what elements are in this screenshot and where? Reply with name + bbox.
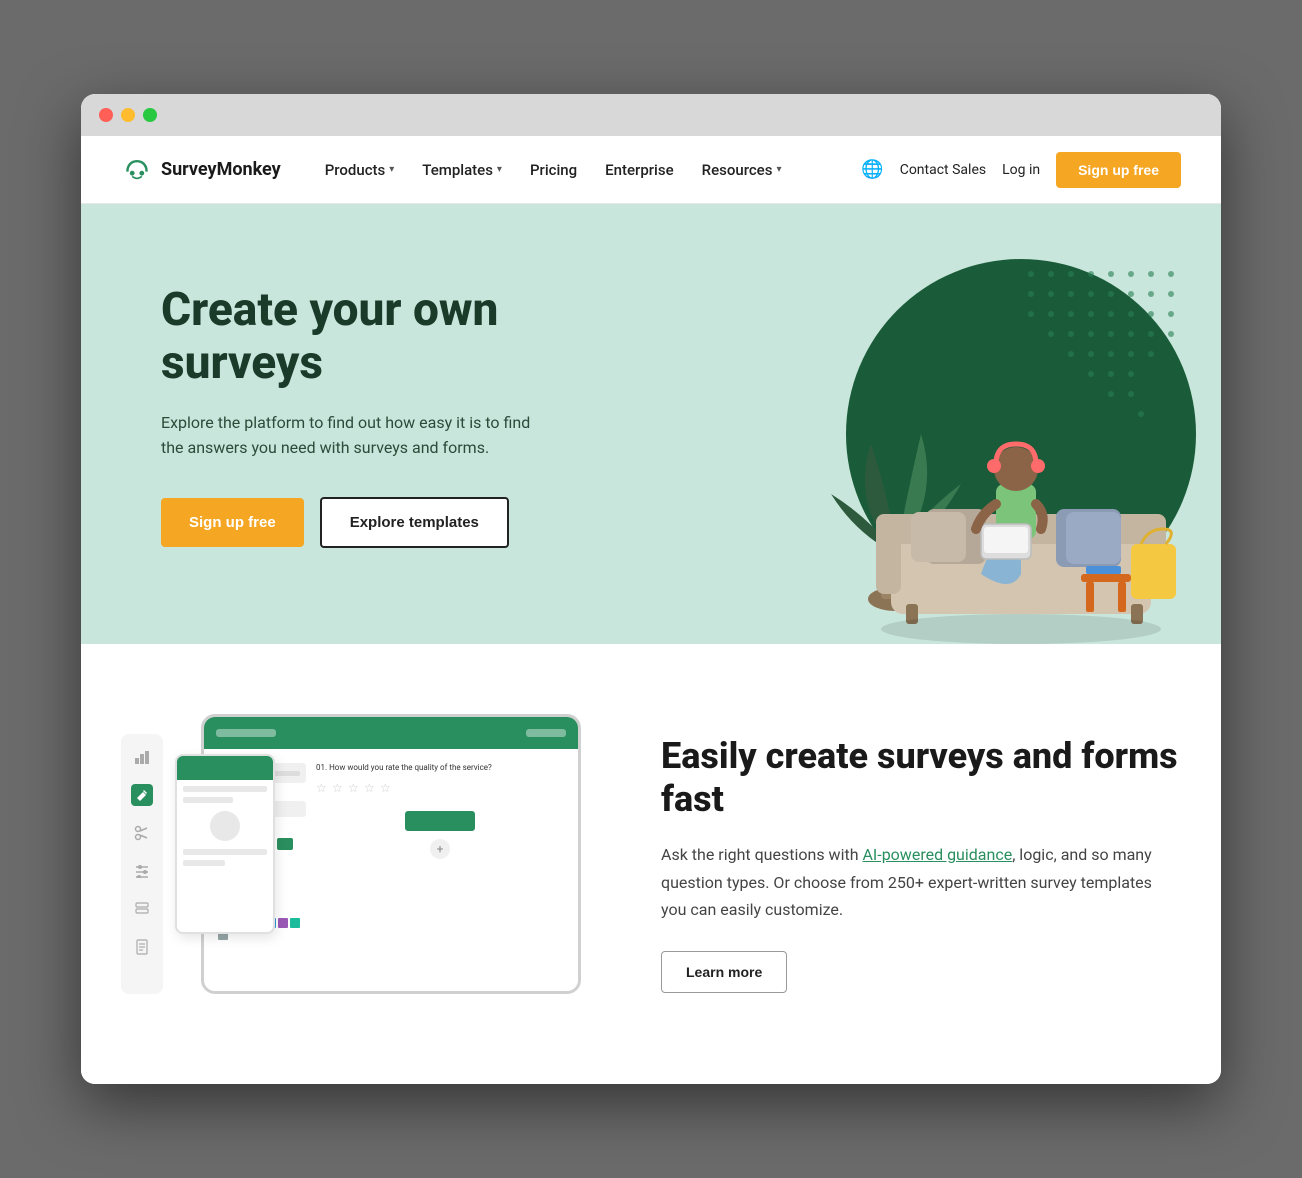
tablet-header <box>204 717 578 749</box>
hero-image <box>701 244 1221 644</box>
nav-right: 🌐 Contact Sales Log in Sign up free <box>861 152 1181 188</box>
submit-button-mock <box>405 811 475 831</box>
star-5: ☆ <box>380 781 394 795</box>
tablet-survey-area: 01. How would you rate the quality of th… <box>316 763 564 977</box>
fullscreen-button-icon[interactable] <box>143 108 157 122</box>
logo[interactable]: SurveyMonkey <box>121 154 281 186</box>
sidebar-sliders-icon <box>131 860 153 882</box>
navbar: SurveyMonkey Products ▾ Templates ▾ Pric… <box>81 136 1221 204</box>
add-button-mock: + <box>430 839 450 859</box>
swatch-purple <box>278 918 288 928</box>
nav-templates[interactable]: Templates ▾ <box>410 153 514 187</box>
star-2: ☆ <box>332 781 346 795</box>
mock-sidebar <box>121 734 163 994</box>
resources-chevron-icon: ▾ <box>776 164 781 175</box>
sidebar-chart-icon <box>131 746 153 768</box>
browser-window: SurveyMonkey Products ▾ Templates ▾ Pric… <box>81 94 1221 1084</box>
globe-icon[interactable]: 🌐 <box>861 159 883 180</box>
nav-links: Products ▾ Templates ▾ Pricing Enterpris… <box>313 153 794 187</box>
surveymonkey-logo-icon <box>121 154 153 186</box>
mock-ui: Footer Fonts Aa <box>121 714 601 994</box>
feature-title: Easily create surveys and forms fast <box>661 735 1181 821</box>
ai-guidance-link[interactable]: AI-powered guidance <box>862 845 1012 864</box>
phone-row-3 <box>183 849 267 855</box>
products-chevron-icon: ▾ <box>389 164 394 175</box>
close-button-icon[interactable] <box>99 108 113 122</box>
templates-chevron-icon: ▾ <box>497 164 502 175</box>
phone-row-2 <box>183 797 233 803</box>
phone-circle <box>183 811 267 841</box>
browser-content: SurveyMonkey Products ▾ Templates ▾ Pric… <box>81 136 1221 1084</box>
signup-button[interactable]: Sign up free <box>1056 152 1181 188</box>
phone-mockup <box>175 754 275 934</box>
login-link[interactable]: Log in <box>1002 162 1040 178</box>
phone-header <box>177 756 273 780</box>
hero-title: Create your own surveys <box>161 284 641 390</box>
tablet-header-bar1 <box>216 729 276 737</box>
layout-btn-2 <box>277 838 293 850</box>
hero-explore-button[interactable]: Explore templates <box>320 497 509 548</box>
minimize-button-icon[interactable] <box>121 108 135 122</box>
sidebar-scissors-icon <box>131 822 153 844</box>
sidebar-layers-icon <box>131 898 153 920</box>
sidebar-doc-icon <box>131 936 153 958</box>
star-4: ☆ <box>364 781 378 795</box>
nav-pricing[interactable]: Pricing <box>518 153 589 187</box>
nav-resources[interactable]: Resources ▾ <box>690 153 794 187</box>
hero-subtitle: Explore the platform to find out how eas… <box>161 410 541 461</box>
feature-image: Footer Fonts Aa <box>121 714 601 1014</box>
phone-row-1 <box>183 786 267 792</box>
hero-section: Create your own surveys Explore the plat… <box>81 204 1221 644</box>
nav-products[interactable]: Products ▾ <box>313 153 407 187</box>
browser-chrome <box>81 94 1221 136</box>
feature-text: Easily create surveys and forms fast Ask… <box>661 735 1181 993</box>
logo-text: SurveyMonkey <box>161 159 281 180</box>
tablet-header-bar2 <box>526 729 566 737</box>
hero-signup-button[interactable]: Sign up free <box>161 498 304 547</box>
survey-question: 01. How would you rate the quality of th… <box>316 763 564 773</box>
hero-illustration <box>711 244 1211 644</box>
sidebar-edit-icon <box>131 784 153 806</box>
learn-more-button[interactable]: Learn more <box>661 951 787 993</box>
feature-section: Footer Fonts Aa <box>81 644 1221 1084</box>
feature-description: Ask the right questions with AI-powered … <box>661 841 1181 923</box>
star-3: ☆ <box>348 781 362 795</box>
nav-enterprise[interactable]: Enterprise <box>593 153 685 187</box>
hero-text: Create your own surveys Explore the plat… <box>161 264 641 628</box>
swatch-teal <box>290 918 300 928</box>
nav-left: SurveyMonkey Products ▾ Templates ▾ Pric… <box>121 153 793 187</box>
phone-row-4 <box>183 860 225 866</box>
hero-buttons: Sign up free Explore templates <box>161 497 641 548</box>
stars-row: ☆ ☆ ☆ ☆ ☆ <box>316 781 564 795</box>
star-1: ☆ <box>316 781 330 795</box>
phone-body <box>177 780 273 877</box>
contact-sales-link[interactable]: Contact Sales <box>900 162 986 178</box>
